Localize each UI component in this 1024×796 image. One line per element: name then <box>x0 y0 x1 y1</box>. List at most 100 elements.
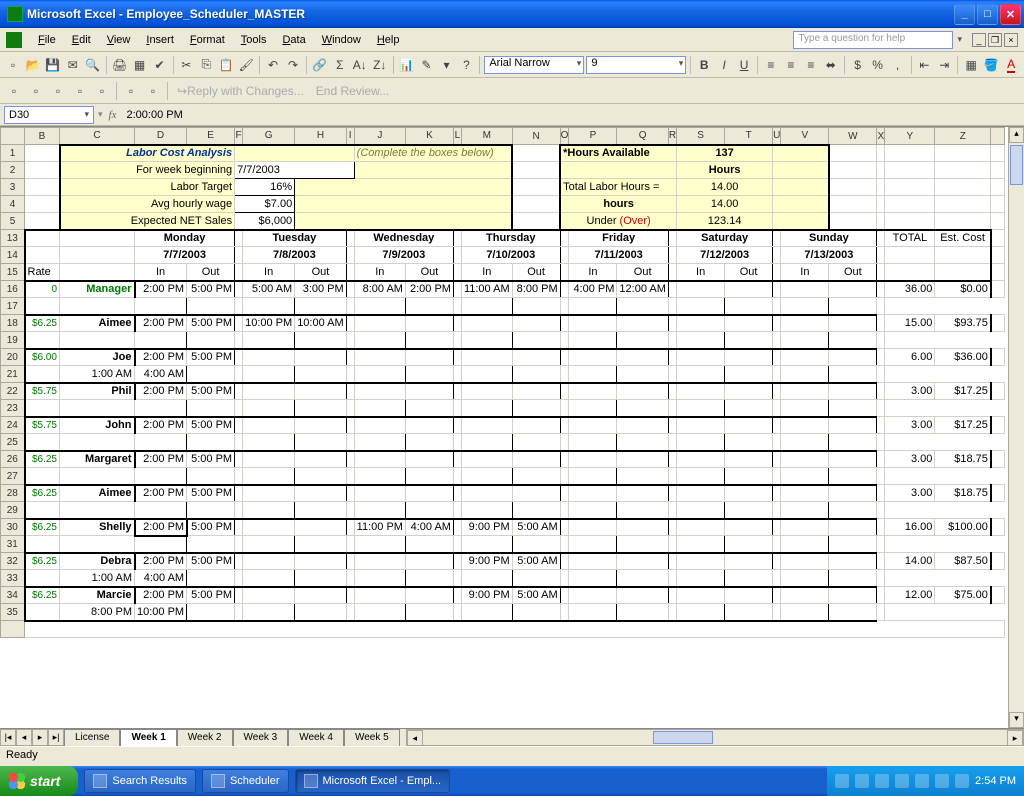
help-icon[interactable]: ? <box>457 55 475 75</box>
row-header[interactable]: 21 <box>1 366 25 383</box>
cell[interactable] <box>512 162 560 179</box>
doc-minimize-button[interactable]: _ <box>972 33 986 47</box>
cell[interactable] <box>512 213 560 230</box>
menu-format[interactable]: Format <box>182 32 233 48</box>
hscroll-thumb[interactable] <box>653 731 713 744</box>
cell[interactable] <box>877 213 885 230</box>
select-all[interactable] <box>1 128 25 145</box>
close-button[interactable]: ✕ <box>1000 4 1021 25</box>
cell[interactable] <box>935 213 991 230</box>
row-header[interactable]: 33 <box>1 570 25 587</box>
tray-icon[interactable] <box>915 774 929 788</box>
rev5-icon[interactable]: ▫ <box>92 81 112 101</box>
sheet-tab[interactable]: License <box>64 729 120 746</box>
redo-icon[interactable]: ↷ <box>284 55 302 75</box>
name-box[interactable]: D30 <box>4 106 94 124</box>
col-header[interactable]: U <box>773 128 781 145</box>
cell[interactable] <box>885 179 935 196</box>
col-header[interactable]: M <box>461 128 512 145</box>
tray-icon[interactable] <box>955 774 969 788</box>
cell[interactable] <box>991 179 1005 196</box>
row-header[interactable]: 15 <box>1 264 25 281</box>
align-right-icon[interactable]: ≡ <box>802 55 820 75</box>
row-header[interactable]: 22 <box>1 383 25 400</box>
horizontal-scrollbar[interactable]: ◂ ▸ <box>406 729 1024 746</box>
row-header[interactable]: 31 <box>1 536 25 553</box>
col-header[interactable]: Y <box>885 128 935 145</box>
worksheet-grid[interactable]: BCDEFGHIJKLMNOPQRSTUVWXYZ1Labor Cost Ana… <box>0 126 1024 728</box>
cut-icon[interactable]: ✂ <box>177 55 195 75</box>
drawing-icon[interactable]: ✎ <box>418 55 436 75</box>
row-header[interactable] <box>1 621 25 638</box>
col-header[interactable]: P <box>569 128 617 145</box>
cell[interactable] <box>877 179 885 196</box>
col-header[interactable]: O <box>560 128 569 145</box>
row-header[interactable]: 5 <box>1 213 25 230</box>
scroll-right-icon[interactable]: ▸ <box>1007 730 1023 746</box>
sheet-tab[interactable]: Week 4 <box>288 729 344 746</box>
row-header[interactable]: 3 <box>1 179 25 196</box>
sort-desc-icon[interactable]: Z↓ <box>371 55 389 75</box>
open-icon[interactable]: 📂 <box>24 55 42 75</box>
cell[interactable] <box>829 145 877 162</box>
cell[interactable] <box>877 145 885 162</box>
format-painter-icon[interactable]: 🖌 <box>237 55 255 75</box>
start-button[interactable]: start <box>0 766 78 796</box>
menu-data[interactable]: Data <box>274 32 313 48</box>
sort-asc-icon[interactable]: A↓ <box>351 55 369 75</box>
col-header[interactable]: B <box>25 128 60 145</box>
cell[interactable] <box>877 162 885 179</box>
cell[interactable] <box>935 179 991 196</box>
tray-icon[interactable] <box>855 774 869 788</box>
scroll-thumb[interactable] <box>1010 145 1023 185</box>
col-header[interactable]: D <box>135 128 187 145</box>
vertical-scrollbar[interactable]: ▴ ▾ <box>1008 127 1024 728</box>
cell[interactable] <box>829 196 877 213</box>
fill-color-icon[interactable]: 🪣 <box>982 55 1000 75</box>
percent-icon[interactable]: % <box>869 55 887 75</box>
help-search[interactable]: Type a question for help <box>793 31 953 49</box>
sheet-tab[interactable]: Week 5 <box>344 729 400 746</box>
row-header[interactable]: 29 <box>1 502 25 519</box>
menu-help[interactable]: Help <box>369 32 408 48</box>
scroll-up-icon[interactable]: ▴ <box>1009 127 1024 143</box>
align-left-icon[interactable]: ≡ <box>762 55 780 75</box>
search-icon[interactable]: 🔍 <box>84 55 102 75</box>
row-header[interactable]: 20 <box>1 349 25 366</box>
row-header[interactable]: 30 <box>1 519 25 536</box>
minimize-button[interactable]: _ <box>954 4 975 25</box>
cell[interactable] <box>991 196 1005 213</box>
tray-icon[interactable] <box>895 774 909 788</box>
paste-icon[interactable]: 📋 <box>217 55 235 75</box>
formula-value[interactable]: 2:00:00 PM <box>122 109 186 121</box>
cell[interactable] <box>25 162 60 179</box>
tray-icon[interactable] <box>935 774 949 788</box>
col-header[interactable]: Q <box>617 128 668 145</box>
cell[interactable] <box>829 179 877 196</box>
row-header[interactable]: 24 <box>1 417 25 434</box>
doc-restore-button[interactable]: ❐ <box>988 33 1002 47</box>
scroll-left-icon[interactable]: ◂ <box>407 730 423 746</box>
mail-icon[interactable]: ✉ <box>64 55 82 75</box>
system-tray[interactable]: 2:54 PM <box>827 766 1024 796</box>
cell[interactable] <box>885 196 935 213</box>
col-header[interactable]: C <box>60 128 135 145</box>
col-header[interactable]: H <box>295 128 346 145</box>
row-header[interactable]: 34 <box>1 587 25 604</box>
menu-window[interactable]: Window <box>314 32 369 48</box>
print-icon[interactable]: 🖨 <box>111 55 129 75</box>
zoom-icon[interactable]: ▾ <box>438 55 456 75</box>
scroll-down-icon[interactable]: ▾ <box>1009 712 1024 728</box>
cell[interactable] <box>25 145 60 162</box>
rev4-icon[interactable]: ▫ <box>70 81 90 101</box>
sum-icon[interactable]: Σ <box>331 55 349 75</box>
italic-icon[interactable]: I <box>715 55 733 75</box>
col-header[interactable]: E <box>187 128 235 145</box>
tab-next-icon[interactable]: ▸ <box>32 729 48 746</box>
sheet-tab[interactable]: Week 1 <box>120 729 176 746</box>
cell[interactable] <box>829 213 877 230</box>
menu-tools[interactable]: Tools <box>233 32 275 48</box>
rev2-icon[interactable]: ▫ <box>26 81 46 101</box>
row-header[interactable]: 23 <box>1 400 25 417</box>
undo-icon[interactable]: ↶ <box>264 55 282 75</box>
